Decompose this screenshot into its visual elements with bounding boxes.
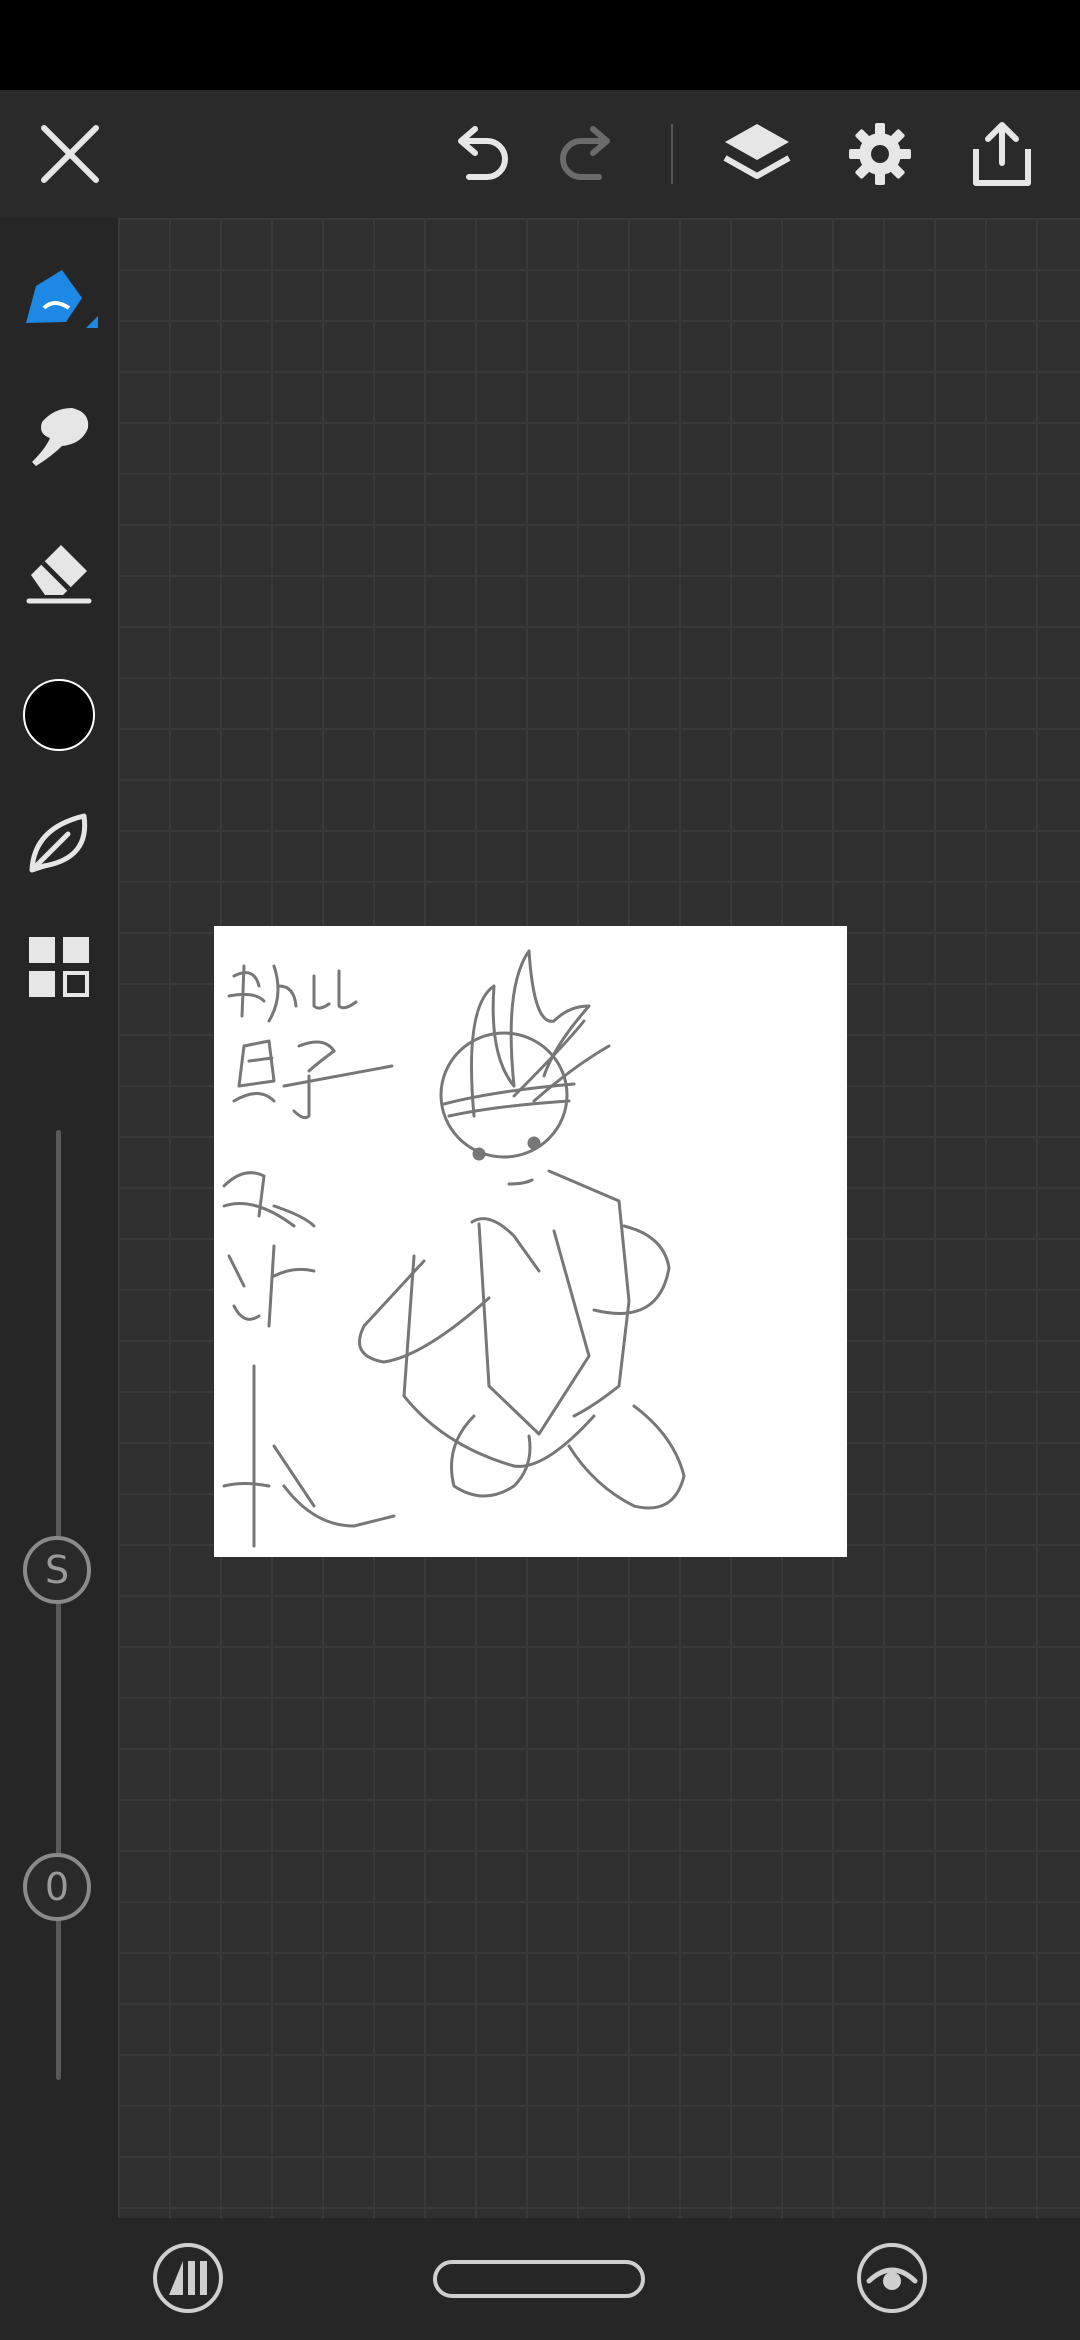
leaf-icon	[29, 813, 88, 873]
color-swatch	[23, 679, 95, 751]
undo-button[interactable]	[430, 90, 530, 218]
close-button[interactable]	[20, 90, 120, 218]
navigation-bar	[0, 2218, 1080, 2340]
home-indicator[interactable]	[433, 2260, 645, 2298]
size-slider-knob[interactable]: S	[23, 1536, 91, 1604]
grid-icon	[29, 937, 89, 997]
brush-icon	[26, 270, 98, 328]
size-slider-label: S	[44, 1548, 70, 1592]
opacity-slider-label: 0	[44, 1865, 70, 1909]
brush-tool-button[interactable]	[0, 248, 118, 358]
smudge-icon	[32, 408, 89, 466]
layers-icon	[723, 124, 791, 179]
reference-button[interactable]	[852, 2238, 932, 2318]
undo-icon	[458, 126, 508, 180]
eraser-icon	[26, 545, 92, 604]
redo-button[interactable]	[538, 90, 638, 218]
opacity-slider-knob[interactable]: 0	[23, 1853, 91, 1921]
app-logo-button[interactable]	[148, 2238, 228, 2318]
smudge-tool-button[interactable]	[0, 380, 118, 490]
eraser-tool-button[interactable]	[0, 516, 118, 626]
grid-button[interactable]	[0, 912, 118, 1022]
settings-button[interactable]	[830, 90, 930, 218]
left-toolbar: S 0	[0, 218, 118, 2218]
share-icon	[973, 122, 1031, 186]
drawing-canvas[interactable]	[214, 926, 847, 1557]
toolbar-divider	[671, 124, 673, 184]
redo-icon	[560, 126, 610, 180]
sketch-drawing	[222, 949, 686, 1548]
layers-button[interactable]	[707, 90, 807, 218]
top-toolbar	[0, 90, 1080, 218]
close-icon	[41, 125, 99, 183]
eye-icon	[857, 2243, 927, 2313]
status-bar	[0, 0, 1080, 90]
export-button[interactable]	[952, 90, 1052, 218]
gear-icon	[849, 123, 911, 185]
brush-library-button[interactable]	[0, 788, 118, 898]
app-logo-icon	[153, 2243, 223, 2313]
color-picker-button[interactable]	[0, 660, 118, 770]
